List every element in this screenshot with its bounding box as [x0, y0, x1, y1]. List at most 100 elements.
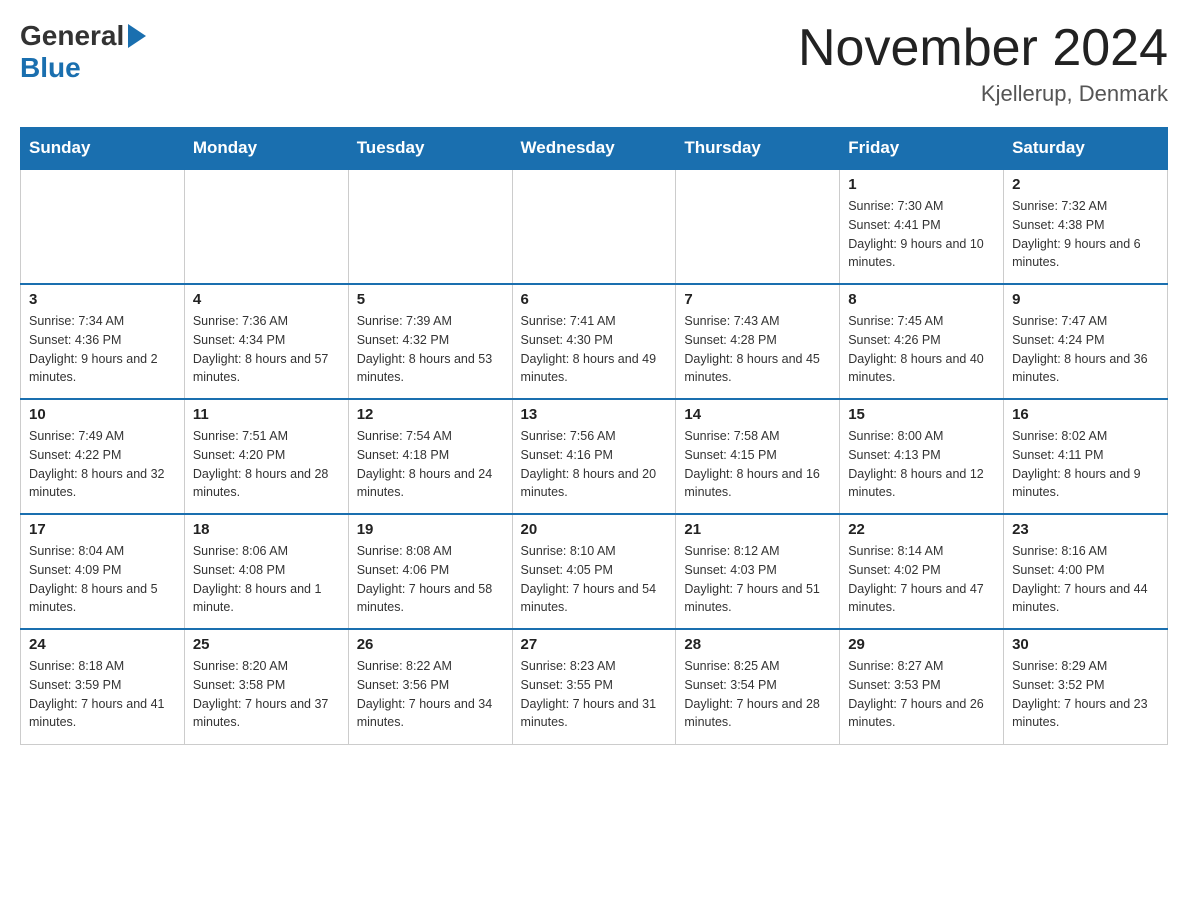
day-info: Sunrise: 7:47 AMSunset: 4:24 PMDaylight:… [1012, 312, 1159, 387]
logo-blue-text: Blue [20, 52, 81, 84]
day-number: 15 [848, 406, 995, 423]
day-number: 30 [1012, 636, 1159, 653]
day-info: Sunrise: 8:23 AMSunset: 3:55 PMDaylight:… [521, 657, 668, 732]
day-cell: 16 Sunrise: 8:02 AMSunset: 4:11 PMDayligh… [1004, 399, 1168, 514]
day-number: 22 [848, 521, 995, 538]
day-cell: 21 Sunrise: 8:12 AMSunset: 4:03 PMDayligh… [676, 514, 840, 629]
day-number: 18 [193, 521, 340, 538]
day-number: 8 [848, 291, 995, 308]
day-info: Sunrise: 8:27 AMSunset: 3:53 PMDaylight:… [848, 657, 995, 732]
day-info: Sunrise: 8:08 AMSunset: 4:06 PMDaylight:… [357, 542, 504, 617]
week-row-5: 24Sunrise: 8:18 AMSunset: 3:59 PMDayligh… [21, 629, 1168, 744]
col-header-sunday: Sunday [21, 128, 185, 170]
day-number: 2 [1012, 176, 1159, 193]
day-cell: 27 Sunrise: 8:23 AMSunset: 3:55 PMDayligh… [512, 629, 676, 744]
day-number: 17 [29, 521, 176, 538]
day-number: 3 [29, 291, 176, 308]
day-cell: 20Sunrise: 8:10 AMSunset: 4:05 PMDayligh… [512, 514, 676, 629]
day-number: 6 [521, 291, 668, 308]
day-cell: 14 Sunrise: 7:58 AMSunset: 4:15 PMDayligh… [676, 399, 840, 514]
day-number: 12 [357, 406, 504, 423]
day-number: 16 [1012, 406, 1159, 423]
day-cell: 19 Sunrise: 8:08 AMSunset: 4:06 PMDayligh… [348, 514, 512, 629]
day-number: 10 [29, 406, 176, 423]
day-cell: 29 Sunrise: 8:27 AMSunset: 3:53 PMDayligh… [840, 629, 1004, 744]
day-info: Sunrise: 7:58 AMSunset: 4:15 PMDaylight:… [684, 427, 831, 502]
day-number: 29 [848, 636, 995, 653]
day-cell: 13 Sunrise: 7:56 AMSunset: 4:16 PMDayligh… [512, 399, 676, 514]
day-cell [676, 169, 840, 284]
day-info: Sunrise: 7:49 AMSunset: 4:22 PMDaylight:… [29, 427, 176, 502]
day-number: 21 [684, 521, 831, 538]
day-cell: 17 Sunrise: 8:04 AMSunset: 4:09 PMDayligh… [21, 514, 185, 629]
day-cell: 26 Sunrise: 8:22 AMSunset: 3:56 PMDayligh… [348, 629, 512, 744]
week-row-2: 3 Sunrise: 7:34 AMSunset: 4:36 PMDaylight… [21, 284, 1168, 399]
day-number: 19 [357, 521, 504, 538]
day-number: 26 [357, 636, 504, 653]
day-info: Sunrise: 7:45 AMSunset: 4:26 PMDaylight:… [848, 312, 995, 387]
day-number: 28 [684, 636, 831, 653]
day-info: Sunrise: 7:51 AMSunset: 4:20 PMDaylight:… [193, 427, 340, 502]
day-cell: 1Sunrise: 7:30 AMSunset: 4:41 PMDaylight… [840, 169, 1004, 284]
day-cell: 28 Sunrise: 8:25 AMSunset: 3:54 PMDayligh… [676, 629, 840, 744]
calendar-header-row: SundayMondayTuesdayWednesdayThursdayFrid… [21, 128, 1168, 170]
day-info: Sunrise: 7:43 AMSunset: 4:28 PMDaylight:… [684, 312, 831, 387]
day-info: Sunrise: 8:12 AMSunset: 4:03 PMDaylight:… [684, 542, 831, 617]
week-row-4: 17 Sunrise: 8:04 AMSunset: 4:09 PMDayligh… [21, 514, 1168, 629]
day-cell: 22Sunrise: 8:14 AMSunset: 4:02 PMDayligh… [840, 514, 1004, 629]
day-number: 20 [521, 521, 668, 538]
week-row-3: 10 Sunrise: 7:49 AMSunset: 4:22 PMDayligh… [21, 399, 1168, 514]
day-cell: 18 Sunrise: 8:06 AMSunset: 4:08 PMDayligh… [184, 514, 348, 629]
day-number: 13 [521, 406, 668, 423]
day-cell: 9 Sunrise: 7:47 AMSunset: 4:24 PMDaylight… [1004, 284, 1168, 399]
day-info: Sunrise: 8:25 AMSunset: 3:54 PMDaylight:… [684, 657, 831, 732]
day-info: Sunrise: 8:16 AMSunset: 4:00 PMDaylight:… [1012, 542, 1159, 617]
day-cell: 24Sunrise: 8:18 AMSunset: 3:59 PMDayligh… [21, 629, 185, 744]
day-number: 1 [848, 176, 995, 193]
day-info: Sunrise: 8:06 AMSunset: 4:08 PMDaylight:… [193, 542, 340, 617]
location-label: Kjellerup, Denmark [798, 81, 1168, 107]
col-header-monday: Monday [184, 128, 348, 170]
day-info: Sunrise: 7:54 AMSunset: 4:18 PMDaylight:… [357, 427, 504, 502]
day-cell: 5 Sunrise: 7:39 AMSunset: 4:32 PMDaylight… [348, 284, 512, 399]
month-title: November 2024 [798, 20, 1168, 77]
col-header-saturday: Saturday [1004, 128, 1168, 170]
day-info: Sunrise: 7:56 AMSunset: 4:16 PMDaylight:… [521, 427, 668, 502]
day-number: 25 [193, 636, 340, 653]
logo-general-text: General [20, 20, 124, 52]
day-number: 4 [193, 291, 340, 308]
day-cell: 12 Sunrise: 7:54 AMSunset: 4:18 PMDayligh… [348, 399, 512, 514]
day-number: 9 [1012, 291, 1159, 308]
logo: General Blue [20, 20, 146, 84]
day-number: 23 [1012, 521, 1159, 538]
day-info: Sunrise: 7:36 AMSunset: 4:34 PMDaylight:… [193, 312, 340, 387]
day-cell: 4 Sunrise: 7:36 AMSunset: 4:34 PMDaylight… [184, 284, 348, 399]
day-info: Sunrise: 8:02 AMSunset: 4:11 PMDaylight:… [1012, 427, 1159, 502]
day-cell: 11 Sunrise: 7:51 AMSunset: 4:20 PMDayligh… [184, 399, 348, 514]
day-info: Sunrise: 7:32 AMSunset: 4:38 PMDaylight:… [1012, 197, 1159, 272]
week-row-1: 1Sunrise: 7:30 AMSunset: 4:41 PMDaylight… [21, 169, 1168, 284]
day-info: Sunrise: 8:04 AMSunset: 4:09 PMDaylight:… [29, 542, 176, 617]
day-number: 27 [521, 636, 668, 653]
calendar-table: SundayMondayTuesdayWednesdayThursdayFrid… [20, 127, 1168, 745]
day-cell: 23 Sunrise: 8:16 AMSunset: 4:00 PMDayligh… [1004, 514, 1168, 629]
day-cell: 15Sunrise: 8:00 AMSunset: 4:13 PMDayligh… [840, 399, 1004, 514]
title-block: November 2024 Kjellerup, Denmark [798, 20, 1168, 107]
day-cell: 30 Sunrise: 8:29 AMSunset: 3:52 PMDayligh… [1004, 629, 1168, 744]
logo-triangle-icon [128, 24, 146, 48]
day-number: 11 [193, 406, 340, 423]
day-number: 5 [357, 291, 504, 308]
day-cell: 10 Sunrise: 7:49 AMSunset: 4:22 PMDayligh… [21, 399, 185, 514]
day-cell: 25Sunrise: 8:20 AMSunset: 3:58 PMDayligh… [184, 629, 348, 744]
day-info: Sunrise: 7:34 AMSunset: 4:36 PMDaylight:… [29, 312, 176, 387]
day-number: 14 [684, 406, 831, 423]
day-cell: 3 Sunrise: 7:34 AMSunset: 4:36 PMDaylight… [21, 284, 185, 399]
day-number: 7 [684, 291, 831, 308]
day-info: Sunrise: 8:18 AMSunset: 3:59 PMDaylight:… [29, 657, 176, 732]
day-info: Sunrise: 8:22 AMSunset: 3:56 PMDaylight:… [357, 657, 504, 732]
day-info: Sunrise: 7:39 AMSunset: 4:32 PMDaylight:… [357, 312, 504, 387]
day-info: Sunrise: 8:29 AMSunset: 3:52 PMDaylight:… [1012, 657, 1159, 732]
day-cell [21, 169, 185, 284]
col-header-wednesday: Wednesday [512, 128, 676, 170]
col-header-tuesday: Tuesday [348, 128, 512, 170]
